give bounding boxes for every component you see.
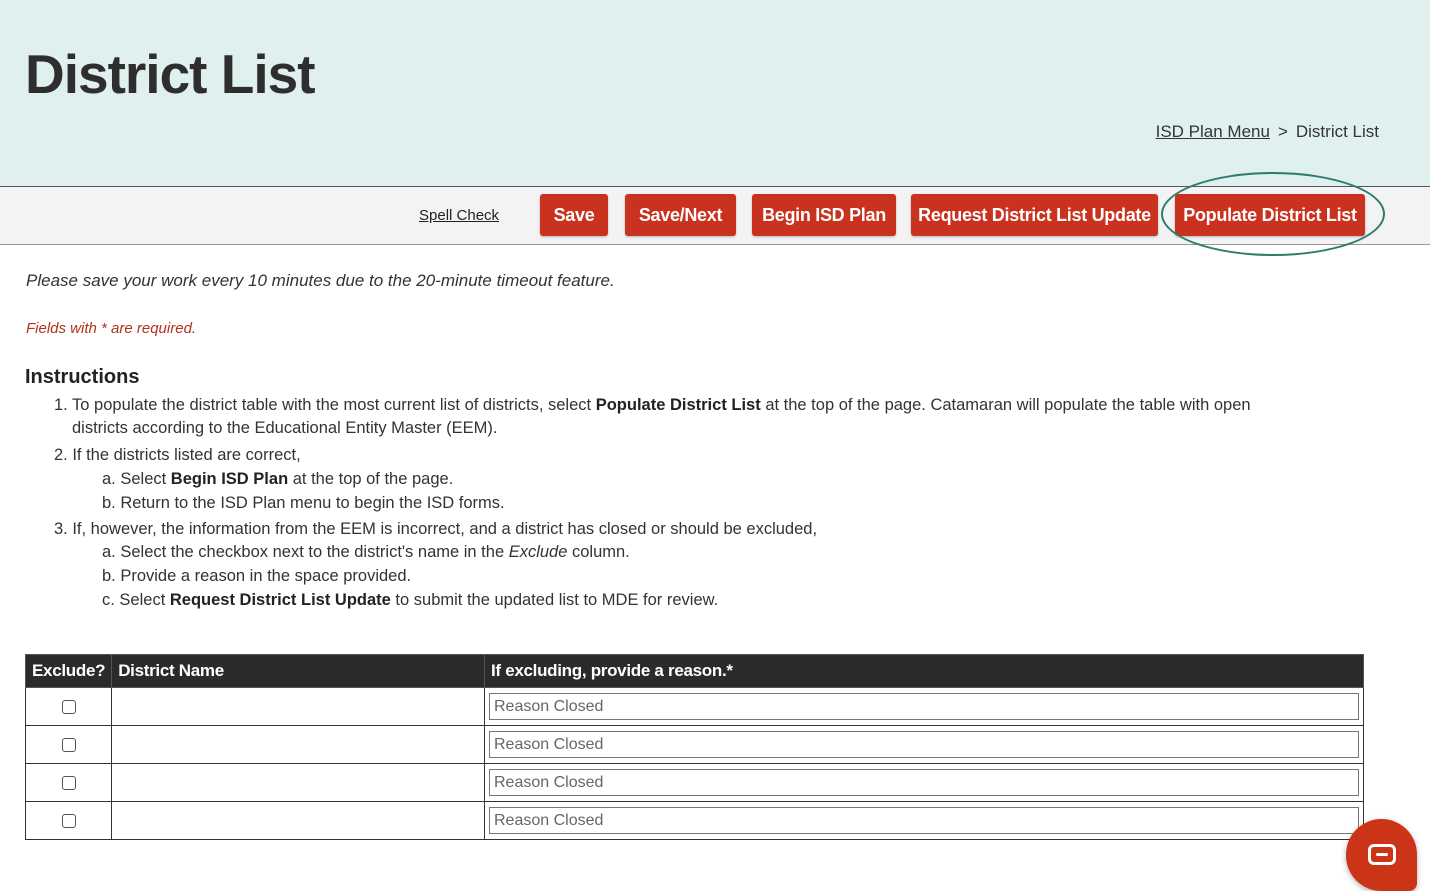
column-header-exclude: Exclude? [24, 654, 113, 688]
exclude-checkbox[interactable] [61, 775, 76, 790]
exclude-checkbox[interactable] [61, 699, 76, 714]
reason-cell [484, 763, 1364, 802]
reason-input[interactable] [489, 807, 1359, 834]
exclude-checkbox[interactable] [61, 813, 76, 828]
instruction-step-3: 3. If, however, the information from the… [54, 520, 818, 538]
breadcrumb-isd-plan-menu-link[interactable]: ISD Plan Menu [1156, 122, 1270, 141]
table-row [24, 687, 1364, 726]
exclude-cell [24, 801, 113, 840]
district-name-cell [111, 687, 485, 726]
table-row [24, 801, 1364, 840]
begin-isd-plan-button[interactable]: Begin ISD Plan [752, 194, 896, 236]
reason-cell [484, 801, 1364, 840]
breadcrumb-current: District List [1295, 122, 1379, 141]
column-header-district-name: District Name [111, 654, 485, 688]
exclude-cell [24, 687, 113, 726]
instruction-step-2a: a. Select Begin ISD Plan at the top of t… [102, 470, 454, 488]
exclude-cell [24, 763, 113, 802]
reason-input[interactable] [489, 769, 1359, 796]
breadcrumb: ISD Plan Menu > District List [1156, 122, 1379, 142]
district-name-cell [111, 801, 485, 840]
instruction-step-3b: b. Provide a reason in the space provide… [102, 567, 412, 585]
table-row [24, 763, 1364, 802]
instruction-step-1: 1. To populate the district table with t… [54, 396, 1251, 414]
table-header-row: Exclude? District Name If excluding, pro… [24, 654, 1364, 688]
request-district-list-update-button[interactable]: Request District List Update [911, 194, 1158, 236]
save-button[interactable]: Save [540, 194, 608, 236]
instruction-step-3c: c. Select Request District List Update t… [102, 591, 719, 609]
timeout-notice: Please save your work every 10 minutes d… [26, 271, 615, 290]
required-fields-note: Fields with * are required. [26, 320, 197, 337]
column-header-reason: If excluding, provide a reason.* [484, 654, 1364, 688]
highlight-ellipse [1161, 172, 1385, 256]
instructions-heading: Instructions [25, 366, 140, 388]
instruction-step-2b: b. Return to the ISD Plan menu to begin … [102, 494, 505, 512]
district-table: Exclude? District Name If excluding, pro… [24, 654, 1364, 840]
reason-cell [484, 687, 1364, 726]
exclude-cell [24, 725, 113, 764]
breadcrumb-separator: > [1277, 122, 1288, 141]
instruction-step-3a: a. Select the checkbox next to the distr… [102, 543, 630, 561]
page-header: District List ISD Plan Menu > District Lis… [0, 0, 1430, 186]
exclude-checkbox[interactable] [61, 737, 76, 752]
reason-input[interactable] [489, 693, 1359, 720]
table-row [24, 725, 1364, 764]
reason-input[interactable] [489, 731, 1359, 758]
chat-widget-button[interactable] [1346, 819, 1417, 891]
instruction-step-1-cont: districts according to the Educational E… [72, 419, 498, 437]
district-name-cell [111, 725, 485, 764]
instruction-step-2: 2. If the districts listed are correct, [54, 446, 301, 464]
save-next-button[interactable]: Save/Next [625, 194, 736, 236]
spell-check-link[interactable]: Spell Check [419, 207, 499, 224]
district-name-cell [111, 763, 485, 802]
chat-icon [1368, 844, 1396, 865]
reason-cell [484, 725, 1364, 764]
page-title: District List [25, 43, 316, 105]
